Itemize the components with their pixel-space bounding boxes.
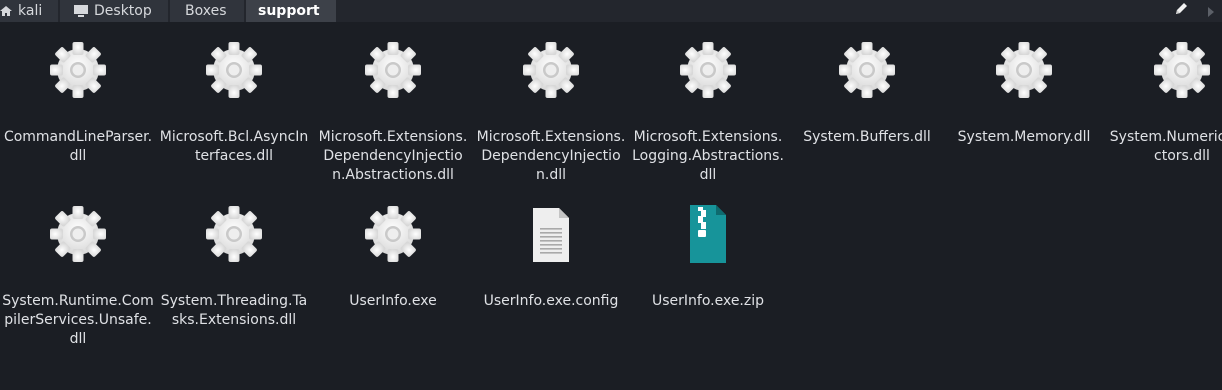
gear-icon bbox=[0, 34, 156, 106]
edit-location-button[interactable] bbox=[1166, 0, 1196, 22]
file-name-label: UserInfo.exe.config bbox=[483, 293, 619, 309]
file-name-label: Microsoft.Extensions.DependencyInjection… bbox=[476, 129, 626, 183]
file-name-label: System.Buffers.dll bbox=[803, 129, 931, 145]
file-name-label: CommandLineParser.dll bbox=[3, 129, 153, 164]
gear-icon bbox=[156, 34, 312, 106]
file-name-label: System.Runtime.CompilerServices.Unsafe.d… bbox=[2, 293, 154, 347]
gear-icon bbox=[315, 198, 471, 270]
file-name-label: System.Memory.dll bbox=[957, 129, 1091, 145]
file-name-label: Microsoft.Extensions.Logging.Abstraction… bbox=[632, 129, 784, 183]
file-name-label: System.Threading.Tasks.Extensions.dll bbox=[160, 293, 308, 328]
text-document-icon bbox=[473, 198, 629, 270]
gear-icon bbox=[630, 34, 786, 106]
home-icon bbox=[0, 5, 12, 17]
gear-icon bbox=[0, 198, 156, 270]
desktop-icon bbox=[74, 5, 88, 17]
crumb-label-support: support bbox=[258, 3, 320, 19]
chevron-right-icon bbox=[1207, 2, 1215, 21]
crumb-boxes[interactable]: Boxes bbox=[170, 0, 244, 22]
file-manager-window: kali Desktop Boxes support CommandLinePa… bbox=[0, 0, 1222, 390]
gear-icon bbox=[1104, 34, 1222, 106]
gear-icon bbox=[473, 34, 629, 106]
crumb-label-boxes: Boxes bbox=[185, 3, 227, 19]
pencil-icon bbox=[1173, 1, 1189, 21]
file-name-label: Microsoft.Bcl.AsyncInterfaces.dll bbox=[159, 129, 309, 164]
file-name-label: Microsoft.Extensions.DependencyInjection… bbox=[318, 129, 468, 183]
path-scroll-right-button[interactable] bbox=[1200, 0, 1222, 22]
gear-icon bbox=[315, 34, 471, 106]
crumb-label-home: kali bbox=[18, 3, 43, 19]
gear-icon bbox=[789, 34, 945, 106]
gear-icon bbox=[156, 198, 312, 270]
crumb-label-desktop: Desktop bbox=[94, 3, 152, 19]
file-name-label: System.Numerics.Vectors.dll bbox=[1109, 129, 1222, 164]
crumb-support[interactable]: support bbox=[246, 0, 336, 22]
file-name-label: UserInfo.exe bbox=[349, 293, 437, 309]
path-bar: kali Desktop Boxes support bbox=[0, 0, 1222, 22]
file-name-label: UserInfo.exe.zip bbox=[651, 293, 765, 309]
crumb-desktop[interactable]: Desktop bbox=[60, 0, 168, 22]
zip-archive-icon bbox=[630, 198, 786, 270]
gear-icon bbox=[946, 34, 1102, 106]
file-grid: CommandLineParser.dll Microsoft.Bcl.Asyn… bbox=[0, 22, 1222, 390]
crumb-home[interactable]: kali bbox=[0, 0, 58, 22]
